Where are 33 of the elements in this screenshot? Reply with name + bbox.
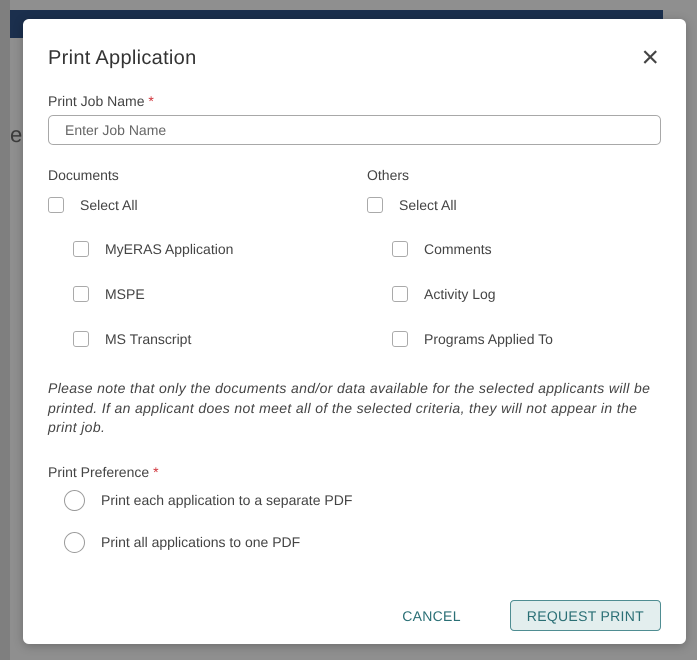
required-asterisk: * — [153, 464, 159, 480]
checkbox-option[interactable]: Activity Log — [392, 286, 496, 302]
radio-button[interactable] — [64, 490, 85, 510]
checkbox[interactable] — [392, 286, 408, 302]
job-name-field[interactable]: Enter Job Name — [48, 115, 661, 145]
page-heading: e — [10, 122, 23, 148]
radio-option[interactable]: Print each application to a separate PDF — [64, 490, 352, 510]
group-heading: Others — [367, 167, 410, 183]
checkbox[interactable] — [73, 241, 89, 257]
checkbox-option[interactable]: Select All — [48, 197, 138, 213]
checkbox-option[interactable]: Select All — [367, 197, 457, 213]
checkbox[interactable] — [73, 331, 89, 347]
request-print-button[interactable]: REQUEST PRINT — [510, 600, 661, 631]
group-heading: Documents — [48, 167, 120, 183]
print-note: Please note that only the documents and/or data available for the selected applicants will be printed. If an applicant does not meet all of the selected criteria, they will not appear in the print job. — [48, 379, 652, 437]
checkbox-option[interactable]: MSPE — [73, 286, 145, 302]
checkbox[interactable] — [73, 286, 89, 302]
radio-button[interactable] — [64, 532, 85, 552]
checkbox[interactable] — [48, 197, 64, 213]
radio-option[interactable]: Print all applications to one PDF — [64, 532, 300, 552]
checkbox-option[interactable]: MS Transcript — [73, 331, 192, 347]
close-button[interactable]: × — [639, 45, 661, 71]
label-text: Print Preference — [48, 464, 150, 480]
dialog-title: Print Application — [48, 46, 197, 70]
checkbox[interactable] — [392, 331, 408, 347]
label-text: Print Job Name — [48, 93, 144, 109]
checkbox-option[interactable]: Programs Applied To — [392, 331, 553, 347]
checkbox-option[interactable]: MyERAS Application — [73, 241, 234, 257]
checkbox[interactable] — [392, 241, 408, 257]
checkbox-option[interactable]: Comments — [392, 241, 492, 257]
cancel-button[interactable]: CANCEL — [386, 600, 477, 631]
required-asterisk: * — [148, 93, 154, 109]
checkbox[interactable] — [367, 197, 383, 213]
